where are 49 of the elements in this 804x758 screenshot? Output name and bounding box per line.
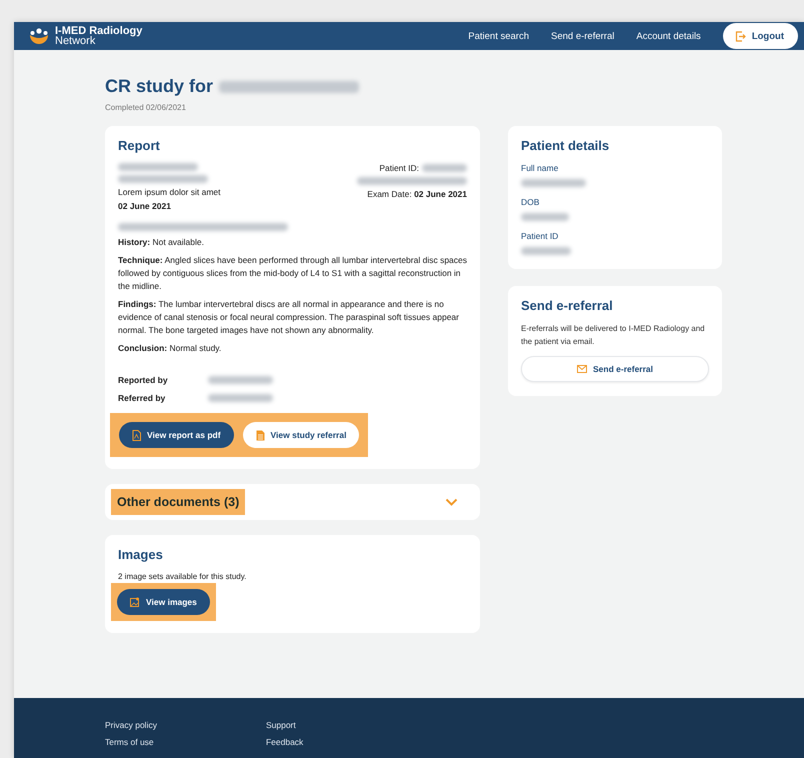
view-pdf-button[interactable]: View report as pdf (119, 422, 234, 448)
image-icon (130, 597, 140, 607)
field-label: Full name (521, 163, 560, 173)
footer-link[interactable]: Feedback (266, 737, 304, 747)
card-title: Images (118, 547, 164, 562)
logout-icon (734, 30, 746, 42)
report-section: Technique: Angled slices have been performed through all lumbar intervertebral disc spaces followed by contiguous slices from the mid-body of L4 to S1 with a sagittal reconstruction in the midline. (118, 254, 467, 293)
redacted-text (422, 164, 467, 172)
report-section: Findings: The lumbar intervertebral discs are all normal in appearance and there is no evidence of canal stenosis or focal neural compression. The paraspinal soft tissues appear normal. The bone targeted images have not shown any abnormality. (118, 298, 467, 337)
card-title: Send e-referral (521, 298, 614, 313)
brand-name: I-MED Radiology (55, 26, 142, 36)
card-title: Patient details (521, 138, 610, 153)
report-date: 02 June 2021 (118, 201, 172, 211)
accordion-title[interactable]: Other documents (3) (111, 489, 246, 515)
patient-id-label: Patient ID: (379, 163, 419, 173)
view-images-button[interactable]: View images (117, 589, 210, 615)
brand-subtitle: Network (55, 36, 96, 46)
pdf-file-icon (132, 430, 141, 440)
completion-status: Completed 02/06/2021 (105, 103, 187, 112)
footer-link[interactable]: Privacy policy (105, 720, 157, 730)
redacted-text (521, 247, 571, 255)
redacted-text (208, 394, 273, 402)
redacted-text (208, 376, 273, 384)
redacted-text (521, 213, 569, 221)
nav-link[interactable]: Send e-referral (551, 30, 614, 42)
chevron-icon[interactable] (445, 498, 458, 506)
report-section: History: Not available. (118, 236, 467, 249)
report-section: Conclusion: Normal study. (118, 342, 467, 355)
document-icon (256, 430, 265, 440)
nav-link[interactable]: Patient search (468, 30, 529, 42)
signoff-label: Reported by (118, 375, 169, 385)
nav-link[interactable]: Account details (636, 30, 701, 42)
envelope-icon (577, 365, 587, 373)
logo-icon (28, 27, 50, 45)
card-title: Report (118, 138, 161, 153)
address-text: Lorem ipsum dolor sit amet (118, 187, 221, 197)
field-label: Patient ID (521, 231, 560, 241)
page-title: CR study for (105, 76, 213, 97)
send-e-referral-button[interactable]: Send e-referral (521, 356, 709, 382)
logout-button[interactable]: Logout (722, 23, 798, 49)
view-referral-button[interactable]: View study referral (242, 422, 360, 448)
redacted-text (521, 179, 586, 187)
footer-link[interactable]: Support (266, 720, 304, 730)
exam-date: Exam Date: 02 June 2021 (367, 189, 467, 199)
footer-link[interactable]: Terms of use (105, 737, 157, 747)
images-info: 2 image sets available for this study. (118, 572, 248, 581)
e-referral-info: E-referrals will be delivered to I-MED Radiology and the patient via email. (521, 323, 706, 348)
field-label: DOB (521, 197, 540, 207)
signoff-label: Referred by (118, 393, 166, 403)
